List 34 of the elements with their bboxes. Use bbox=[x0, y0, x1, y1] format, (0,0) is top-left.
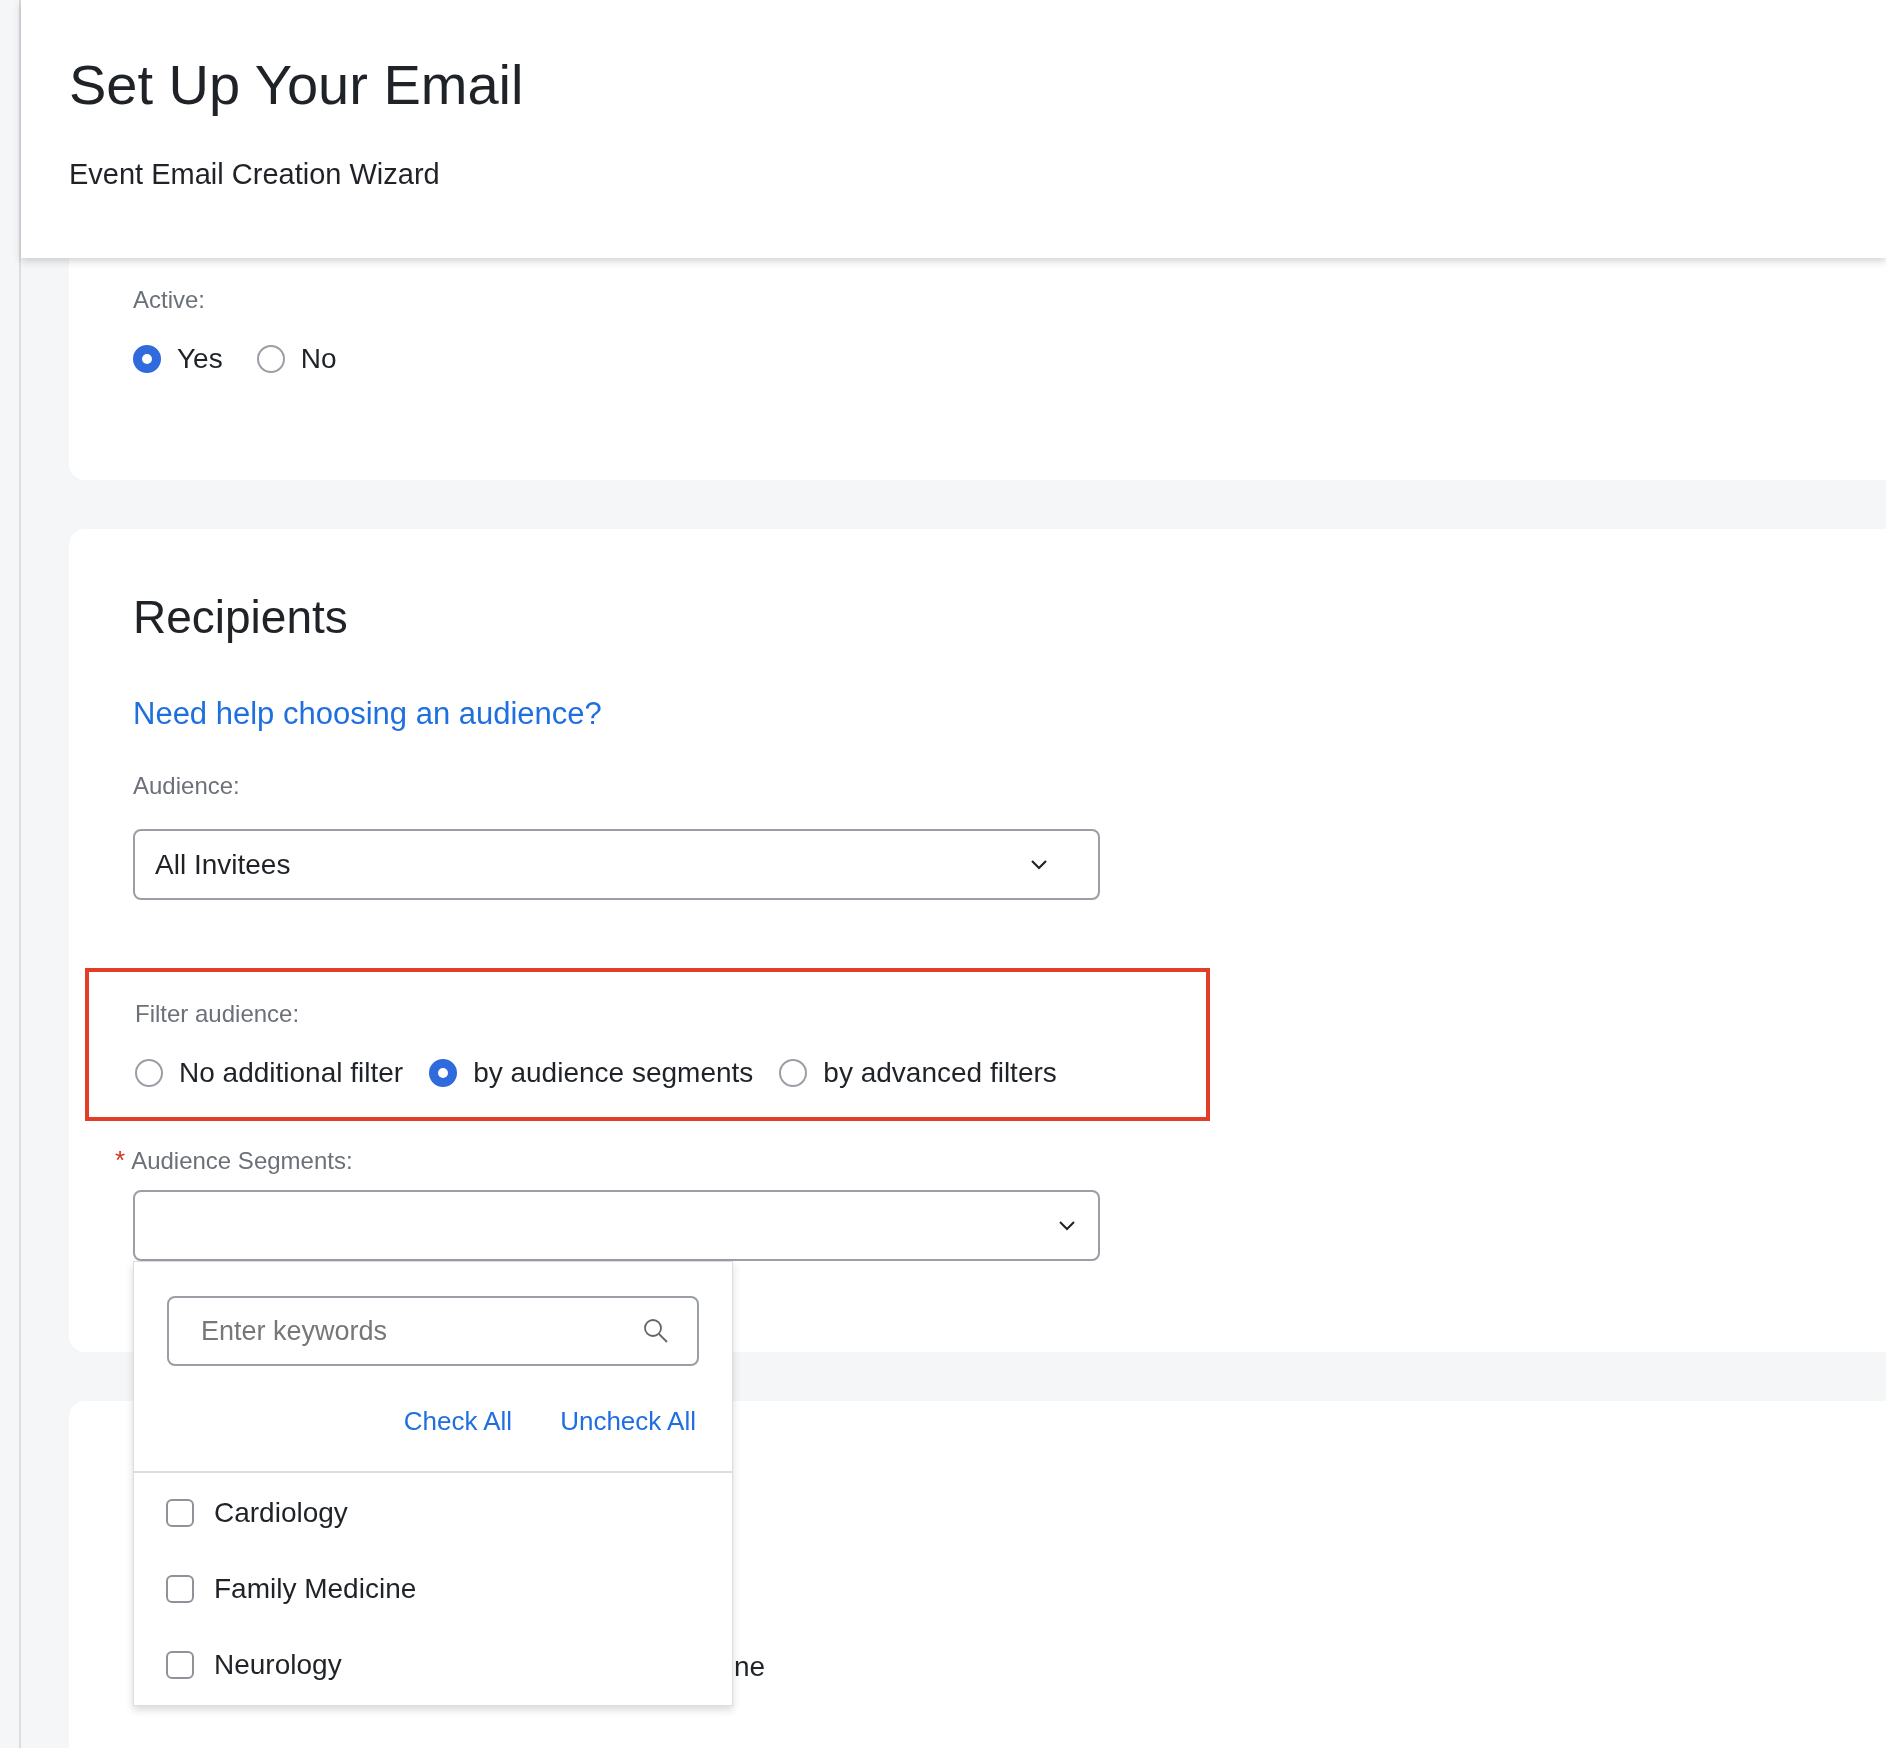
search-field[interactable]: Enter keywords bbox=[167, 1296, 699, 1366]
radio-option[interactable]: No additional filter bbox=[135, 1057, 404, 1089]
radio-icon[interactable] bbox=[135, 1059, 163, 1087]
list-item[interactable]: Cardiology bbox=[166, 1497, 732, 1529]
chevron-icon bbox=[1058, 1220, 1076, 1231]
radio-icon[interactable] bbox=[429, 1059, 458, 1087]
radio-option[interactable]: Yes bbox=[133, 343, 223, 375]
search-icon bbox=[643, 1318, 669, 1344]
required-mark: * bbox=[115, 1145, 126, 1176]
radio-option[interactable]: No bbox=[256, 343, 337, 375]
checkbox[interactable] bbox=[166, 1651, 194, 1679]
field-label: Filter audience: bbox=[135, 1000, 301, 1028]
page-title: Set Up Your Email bbox=[69, 52, 525, 118]
radio-icon[interactable] bbox=[256, 345, 285, 373]
checkbox[interactable] bbox=[166, 1499, 194, 1527]
field-label: Active: bbox=[133, 286, 207, 314]
radio-icon[interactable] bbox=[133, 345, 161, 373]
action-link[interactable]: Check All bbox=[403, 1406, 513, 1437]
partial-text: ne bbox=[734, 1651, 766, 1683]
audience-select[interactable]: All Invitees bbox=[133, 829, 1100, 900]
chevron-icon bbox=[1030, 859, 1048, 870]
field-label: Audience Segments: bbox=[131, 1147, 353, 1175]
radio-icon[interactable] bbox=[779, 1059, 808, 1087]
radio-option[interactable]: by audience segments bbox=[429, 1057, 754, 1089]
checkbox[interactable] bbox=[166, 1575, 194, 1603]
field-label: Audience: bbox=[133, 772, 241, 800]
radio-option[interactable]: by advanced filters bbox=[779, 1057, 1057, 1089]
section-heading: Recipients bbox=[133, 590, 349, 645]
list-item[interactable]: Family Medicine bbox=[166, 1573, 732, 1605]
action-link[interactable]: Uncheck All bbox=[560, 1406, 696, 1437]
help-link[interactable]: Need help choosing an audience? bbox=[133, 696, 602, 732]
list-item[interactable]: Neurology bbox=[166, 1649, 732, 1681]
segments-select[interactable] bbox=[133, 1190, 1100, 1261]
page-subtitle: Event Email Creation Wizard bbox=[69, 158, 441, 191]
